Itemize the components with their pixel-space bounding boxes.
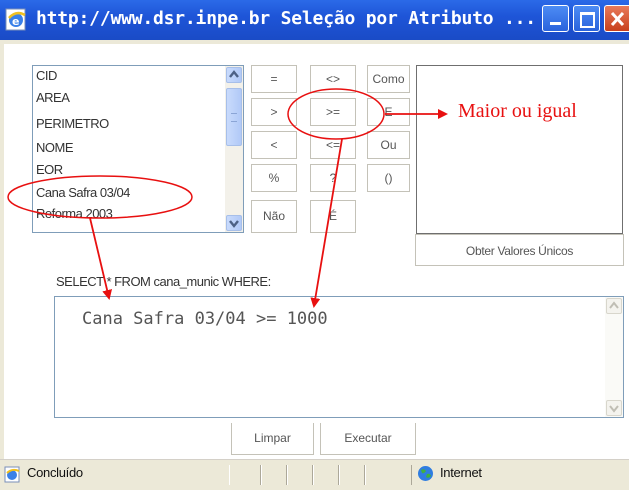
list-item[interactable]: CID bbox=[36, 68, 57, 88]
operator-is-button[interactable]: É bbox=[310, 200, 356, 233]
attribute-list[interactable]: CID AREA PERIMETRO NOME EOR Cana Safra 0… bbox=[32, 65, 244, 233]
scroll-thumb[interactable] bbox=[226, 88, 242, 146]
operator-question-button[interactable]: ? bbox=[310, 164, 356, 192]
operator-not-equal-button[interactable]: <> bbox=[310, 65, 356, 93]
list-item[interactable]: AREA bbox=[36, 90, 70, 110]
operator-not-button[interactable]: Não bbox=[251, 200, 297, 233]
scroll-up-button[interactable] bbox=[606, 298, 622, 314]
operator-like-button[interactable]: Como bbox=[367, 65, 410, 93]
status-pane bbox=[313, 465, 339, 485]
chevron-down-icon bbox=[609, 405, 619, 413]
operator-or-button[interactable]: Ou bbox=[367, 131, 410, 159]
scroll-up-button[interactable] bbox=[226, 67, 242, 83]
clear-button[interactable]: Limpar bbox=[231, 423, 314, 455]
chevron-up-icon bbox=[229, 70, 239, 78]
operator-less-equal-button[interactable]: <= bbox=[310, 131, 356, 159]
minimize-button[interactable] bbox=[542, 5, 569, 32]
operator-greater-button[interactable]: > bbox=[251, 98, 297, 126]
unique-values-list[interactable] bbox=[416, 65, 623, 234]
operator-and-button[interactable]: E bbox=[367, 98, 410, 126]
chevron-up-icon bbox=[609, 301, 619, 309]
list-item-selected[interactable]: Cana Safra 03/04 bbox=[36, 185, 130, 205]
svg-text:e: e bbox=[12, 15, 19, 28]
list-item[interactable]: PERIMETRO bbox=[36, 116, 109, 136]
status-text: Concluído bbox=[27, 465, 83, 480]
scroll-down-button[interactable] bbox=[606, 400, 622, 416]
status-bar bbox=[0, 459, 629, 490]
zone-text: Internet bbox=[440, 465, 482, 480]
status-pane bbox=[339, 465, 365, 485]
operator-parentheses-button[interactable]: () bbox=[367, 164, 410, 192]
close-icon bbox=[610, 11, 625, 27]
status-pane bbox=[365, 465, 412, 485]
status-pane bbox=[229, 465, 261, 485]
ie-page-icon: e bbox=[5, 8, 26, 31]
attribute-list-scrollbar[interactable] bbox=[225, 66, 243, 232]
window-title: http://www.dsr.inpe.br Seleção por Atrib… bbox=[36, 8, 536, 29]
operator-percent-button[interactable]: % bbox=[251, 164, 297, 192]
operator-equals-button[interactable]: = bbox=[251, 65, 297, 93]
list-item[interactable]: NOME bbox=[36, 140, 74, 160]
globe-icon bbox=[418, 466, 433, 481]
window-title-bar[interactable]: e http://www.dsr.inpe.br Seleção por Atr… bbox=[0, 0, 629, 40]
query-textarea[interactable]: Cana Safra 03/04 >= 1000 bbox=[54, 296, 624, 418]
list-item[interactable]: EOR bbox=[36, 162, 63, 182]
query-label: SELECT * FROM cana_munic WHERE: bbox=[56, 274, 271, 289]
scroll-down-button[interactable] bbox=[226, 215, 242, 231]
operator-less-button[interactable]: < bbox=[251, 131, 297, 159]
operator-greater-equal-button[interactable]: >= bbox=[310, 98, 356, 126]
execute-button[interactable]: Executar bbox=[320, 423, 416, 455]
close-button[interactable] bbox=[604, 5, 629, 32]
status-pane bbox=[261, 465, 287, 485]
annotation-label: Maior ou igual bbox=[458, 100, 577, 122]
status-pane bbox=[287, 465, 313, 485]
list-item[interactable]: Reforma 2003 bbox=[36, 206, 113, 226]
chevron-down-icon bbox=[229, 220, 239, 228]
ie-page-icon bbox=[4, 466, 20, 483]
query-scrollbar[interactable] bbox=[605, 297, 623, 417]
maximize-button[interactable] bbox=[573, 5, 600, 32]
get-unique-values-button[interactable]: Obter Valores Únicos bbox=[415, 234, 624, 266]
query-text: Cana Safra 03/04 >= 1000 bbox=[82, 309, 328, 329]
